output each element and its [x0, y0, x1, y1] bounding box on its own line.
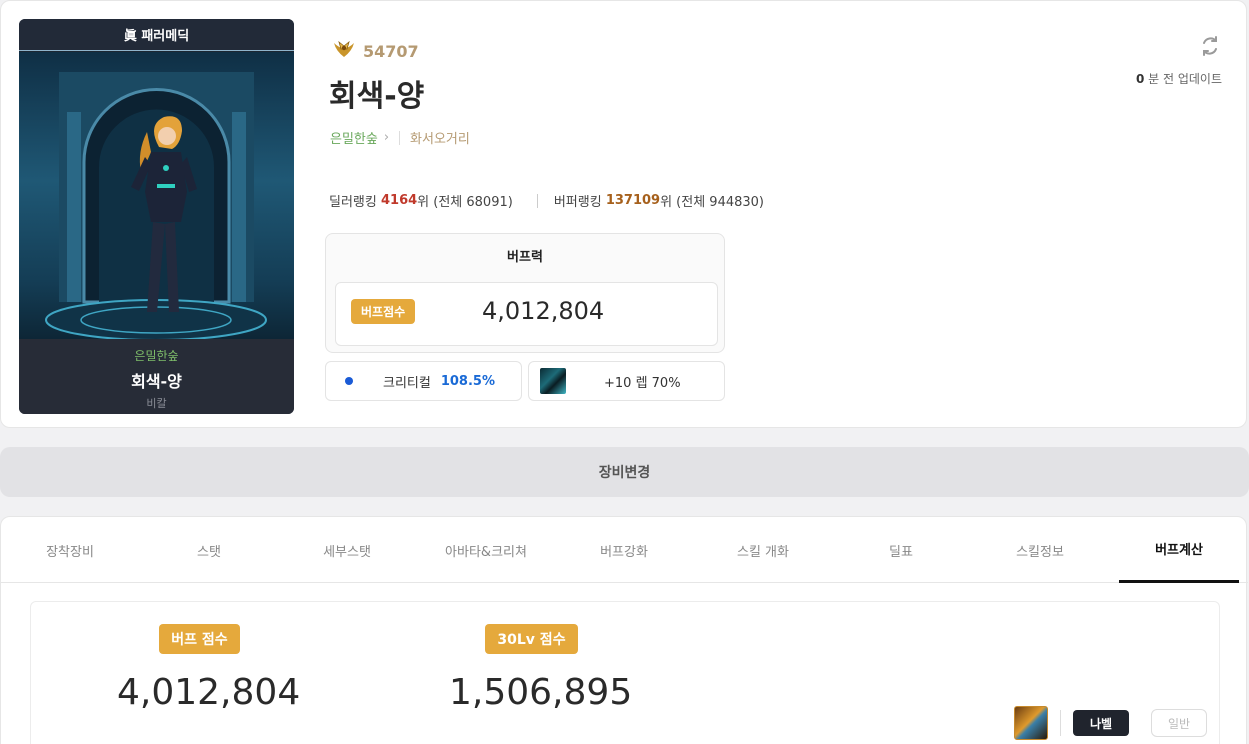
critical-label: 크리티컬	[383, 375, 431, 391]
buff-score-label: 버프 점수	[159, 624, 240, 654]
refresh-icon[interactable]	[1198, 34, 1222, 58]
divider	[536, 193, 538, 208]
character-image	[19, 52, 294, 339]
update-suffix: 분 전 업데이트	[1148, 72, 1222, 86]
buff-score-total: 4,012,804	[117, 672, 301, 713]
tab-equipment[interactable]: 장착장비	[10, 517, 130, 583]
tab-damage-table[interactable]: 딜표	[841, 517, 961, 583]
lv30-score-label: 30Lv 점수	[485, 624, 578, 654]
critical-value: 108.5%	[440, 373, 495, 389]
divider	[399, 130, 401, 145]
fame-row: 54707	[331, 39, 419, 63]
tab-skill-info[interactable]: 스킬정보	[980, 517, 1100, 583]
buff-power-box: 버프력 버프점수 4,012,804	[325, 233, 725, 353]
lv30-score-column: 30Lv 점수 1,506,895	[449, 624, 633, 713]
buff-score-badge: 버프점수	[351, 299, 416, 324]
tab-stats[interactable]: 스탯	[149, 517, 269, 583]
character-title: 眞 패러메딕	[19, 19, 294, 51]
critical-box: 크리티컬 108.5%	[325, 361, 522, 401]
buffer-ranking-value: 137109	[605, 193, 661, 208]
server-link[interactable]: 은밀한숲	[330, 128, 378, 147]
server-guild-row: 은밀한숲 › 화서오거리	[330, 128, 470, 147]
tab-bar: 장착장비 스탯 세부스탯 아바타&크리쳐 버프강화 스킬 개화 딜표 스킬정보 …	[1, 517, 1248, 583]
buff-calc-panel: 버프 점수 4,012,804 30Lv 점수 1,506,895 나벨 일반	[30, 601, 1220, 744]
character-illustration	[45, 72, 267, 339]
mode-normal-button[interactable]: 일반	[1151, 709, 1207, 737]
divider	[1060, 710, 1061, 736]
character-name: 회색-양	[131, 372, 182, 391]
character-info: 은밀한숲 회색-양 비칼	[19, 339, 294, 414]
equip-change-button[interactable]: 장비변경	[0, 447, 1249, 497]
buffer-ranking-label: 버퍼랭킹	[553, 195, 602, 210]
character-class: 비칼	[146, 397, 167, 410]
dealer-ranking-suffix: 위 (전체 68091)	[417, 195, 513, 210]
tab-buff-enhance[interactable]: 버프강화	[564, 517, 684, 583]
mode-toggle: 나벨 일반	[1014, 706, 1207, 740]
ranking-row: 딜러랭킹 4164 위 (전체 68091) 버퍼랭킹 137109 위 (전체 9…	[329, 191, 764, 210]
dealer-ranking-value: 4164	[380, 193, 418, 208]
buff-score-box: 버프점수 4,012,804	[335, 282, 718, 346]
critical-dot-icon	[345, 377, 353, 385]
tab-avatar-creature[interactable]: 아바타&크리쳐	[426, 517, 546, 583]
guild-link[interactable]: 화서오거리	[410, 128, 470, 147]
dealer-ranking-label: 딜러랭킹	[329, 195, 377, 210]
tab-detail-stats[interactable]: 세부스탯	[287, 517, 407, 583]
skill-level-text: +10 렙 70%	[604, 375, 681, 391]
character-panel: 眞 패러메딕 은밀한숲 회색-양 비칼	[19, 19, 294, 414]
tab-skill-bloom[interactable]: 스킬 개화	[703, 517, 823, 583]
skill-thumbnail-icon	[540, 368, 566, 394]
profile-card: 眞 패러메딕 은밀한숲 회색-양 비칼 54707 회색-양 은밀한숲 › 화서…	[0, 0, 1247, 428]
detail-card: 장착장비 스탯 세부스탯 아바타&크리쳐 버프강화 스킬 개화 딜표 스킬정보 …	[0, 516, 1248, 744]
fame-value: 54707	[363, 41, 419, 61]
lv30-score-total: 1,506,895	[449, 672, 633, 713]
tab-buff-calc[interactable]: 버프계산	[1119, 517, 1239, 583]
update-timestamp: 0 분 전 업데이트	[1136, 70, 1222, 87]
buff-power-title: 버프력	[507, 249, 543, 265]
buffer-ranking-suffix: 위 (전체 944830)	[660, 195, 765, 210]
buff-score-value: 4,012,804	[482, 297, 605, 325]
gold-laurel-emblem-icon	[331, 39, 357, 63]
update-minutes: 0	[1135, 72, 1145, 86]
weapon-thumbnail-icon	[1014, 706, 1048, 740]
chevron-right-icon: ›	[383, 130, 390, 145]
character-main-name: 회색-양	[329, 79, 425, 114]
skill-level-box: +10 렙 70%	[528, 361, 725, 401]
character-server: 은밀한숲	[134, 349, 179, 363]
buff-score-column: 버프 점수 4,012,804	[117, 624, 301, 713]
mode-nabel-button[interactable]: 나벨	[1073, 710, 1129, 736]
